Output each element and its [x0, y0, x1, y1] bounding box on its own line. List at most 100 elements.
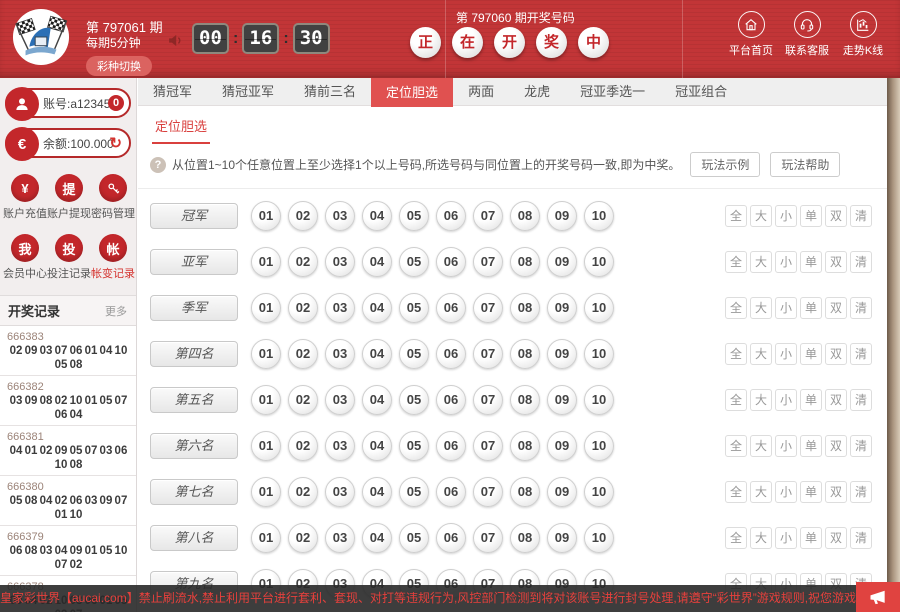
- row-action[interactable]: 清: [850, 389, 872, 411]
- row-action[interactable]: 小: [775, 527, 797, 549]
- number-ball-09[interactable]: 09: [547, 293, 577, 323]
- number-ball-09[interactable]: 09: [547, 477, 577, 507]
- row-action[interactable]: 全: [725, 297, 747, 319]
- number-ball-09[interactable]: 09: [547, 247, 577, 277]
- quick-action-password[interactable]: 密码管理: [91, 174, 135, 221]
- number-ball-10[interactable]: 10: [584, 523, 614, 553]
- number-ball-08[interactable]: 08: [510, 247, 540, 277]
- row-action[interactable]: 全: [725, 343, 747, 365]
- row-action[interactable]: 小: [775, 389, 797, 411]
- message-badge[interactable]: 0: [108, 95, 124, 111]
- number-ball-02[interactable]: 02: [288, 385, 318, 415]
- number-ball-01[interactable]: 01: [251, 247, 281, 277]
- row-action[interactable]: 单: [800, 205, 822, 227]
- number-ball-01[interactable]: 01: [251, 339, 281, 369]
- row-action[interactable]: 全: [725, 435, 747, 457]
- quick-action-member-center[interactable]: 我 会员中心: [3, 234, 47, 281]
- number-ball-03[interactable]: 03: [325, 201, 355, 231]
- number-ball-07[interactable]: 07: [473, 201, 503, 231]
- number-ball-04[interactable]: 04: [362, 201, 392, 231]
- number-ball-03[interactable]: 03: [325, 385, 355, 415]
- number-ball-09[interactable]: 09: [547, 385, 577, 415]
- number-ball-03[interactable]: 03: [325, 293, 355, 323]
- speaker-icon[interactable]: [167, 32, 184, 49]
- row-action[interactable]: 全: [725, 527, 747, 549]
- row-action[interactable]: 大: [750, 205, 772, 227]
- number-ball-09[interactable]: 09: [547, 201, 577, 231]
- number-ball-07[interactable]: 07: [473, 431, 503, 461]
- number-ball-07[interactable]: 07: [473, 247, 503, 277]
- row-action[interactable]: 单: [800, 527, 822, 549]
- scrollbar[interactable]: [887, 78, 900, 612]
- tab-2[interactable]: 猜冠亚军: [207, 78, 289, 105]
- row-action[interactable]: 清: [850, 343, 872, 365]
- number-ball-03[interactable]: 03: [325, 523, 355, 553]
- row-action[interactable]: 单: [800, 389, 822, 411]
- subtab-dingweidanxuan[interactable]: 定位胆选: [152, 116, 210, 144]
- number-ball-08[interactable]: 08: [510, 201, 540, 231]
- nav-trend-kline[interactable]: 走势K线: [838, 11, 888, 58]
- more-link[interactable]: 更多: [105, 303, 127, 319]
- number-ball-07[interactable]: 07: [473, 339, 503, 369]
- number-ball-09[interactable]: 09: [547, 431, 577, 461]
- number-ball-01[interactable]: 01: [251, 385, 281, 415]
- row-action[interactable]: 大: [750, 343, 772, 365]
- row-action[interactable]: 双: [825, 435, 847, 457]
- number-ball-06[interactable]: 06: [436, 201, 466, 231]
- row-action[interactable]: 小: [775, 435, 797, 457]
- row-action[interactable]: 双: [825, 481, 847, 503]
- number-ball-07[interactable]: 07: [473, 293, 503, 323]
- play-example-button[interactable]: 玩法示例: [690, 152, 760, 177]
- number-ball-02[interactable]: 02: [288, 431, 318, 461]
- number-ball-01[interactable]: 01: [251, 477, 281, 507]
- number-ball-10[interactable]: 10: [584, 247, 614, 277]
- row-action[interactable]: 单: [800, 251, 822, 273]
- row-action[interactable]: 双: [825, 297, 847, 319]
- number-ball-05[interactable]: 05: [399, 201, 429, 231]
- number-ball-06[interactable]: 06: [436, 385, 466, 415]
- quick-action-withdraw[interactable]: 提 账户提现: [47, 174, 91, 221]
- tab-5[interactable]: 两面: [453, 78, 509, 105]
- row-action[interactable]: 单: [800, 481, 822, 503]
- announcement-button[interactable]: [856, 582, 900, 612]
- number-ball-04[interactable]: 04: [362, 293, 392, 323]
- row-action[interactable]: 清: [850, 435, 872, 457]
- number-ball-10[interactable]: 10: [584, 293, 614, 323]
- number-ball-01[interactable]: 01: [251, 523, 281, 553]
- number-ball-05[interactable]: 05: [399, 431, 429, 461]
- number-ball-02[interactable]: 02: [288, 339, 318, 369]
- number-ball-10[interactable]: 10: [584, 385, 614, 415]
- nav-customer-service[interactable]: 联系客服: [782, 11, 832, 58]
- quick-action-bet-records[interactable]: 投 投注记录: [47, 234, 91, 281]
- row-action[interactable]: 小: [775, 343, 797, 365]
- row-action[interactable]: 单: [800, 297, 822, 319]
- row-action[interactable]: 大: [750, 297, 772, 319]
- row-action[interactable]: 全: [725, 205, 747, 227]
- number-ball-08[interactable]: 08: [510, 339, 540, 369]
- number-ball-05[interactable]: 05: [399, 385, 429, 415]
- number-ball-05[interactable]: 05: [399, 523, 429, 553]
- number-ball-06[interactable]: 06: [436, 339, 466, 369]
- number-ball-05[interactable]: 05: [399, 339, 429, 369]
- position-label[interactable]: 第四名: [150, 341, 238, 367]
- number-ball-01[interactable]: 01: [251, 201, 281, 231]
- row-action[interactable]: 清: [850, 527, 872, 549]
- number-ball-01[interactable]: 01: [251, 431, 281, 461]
- number-ball-01[interactable]: 01: [251, 293, 281, 323]
- position-label[interactable]: 第六名: [150, 433, 238, 459]
- number-ball-02[interactable]: 02: [288, 293, 318, 323]
- tab-1[interactable]: 猜冠军: [138, 78, 207, 105]
- tab-8[interactable]: 冠亚组合: [660, 78, 742, 105]
- number-ball-05[interactable]: 05: [399, 293, 429, 323]
- number-ball-02[interactable]: 02: [288, 523, 318, 553]
- number-ball-06[interactable]: 06: [436, 523, 466, 553]
- number-ball-04[interactable]: 04: [362, 385, 392, 415]
- quick-action-recharge[interactable]: ¥ 账户充值: [3, 174, 47, 221]
- row-action[interactable]: 小: [775, 251, 797, 273]
- row-action[interactable]: 清: [850, 481, 872, 503]
- nav-platform-home[interactable]: 平台首页: [726, 11, 776, 58]
- number-ball-06[interactable]: 06: [436, 293, 466, 323]
- row-action[interactable]: 全: [725, 251, 747, 273]
- number-ball-07[interactable]: 07: [473, 477, 503, 507]
- number-ball-07[interactable]: 07: [473, 523, 503, 553]
